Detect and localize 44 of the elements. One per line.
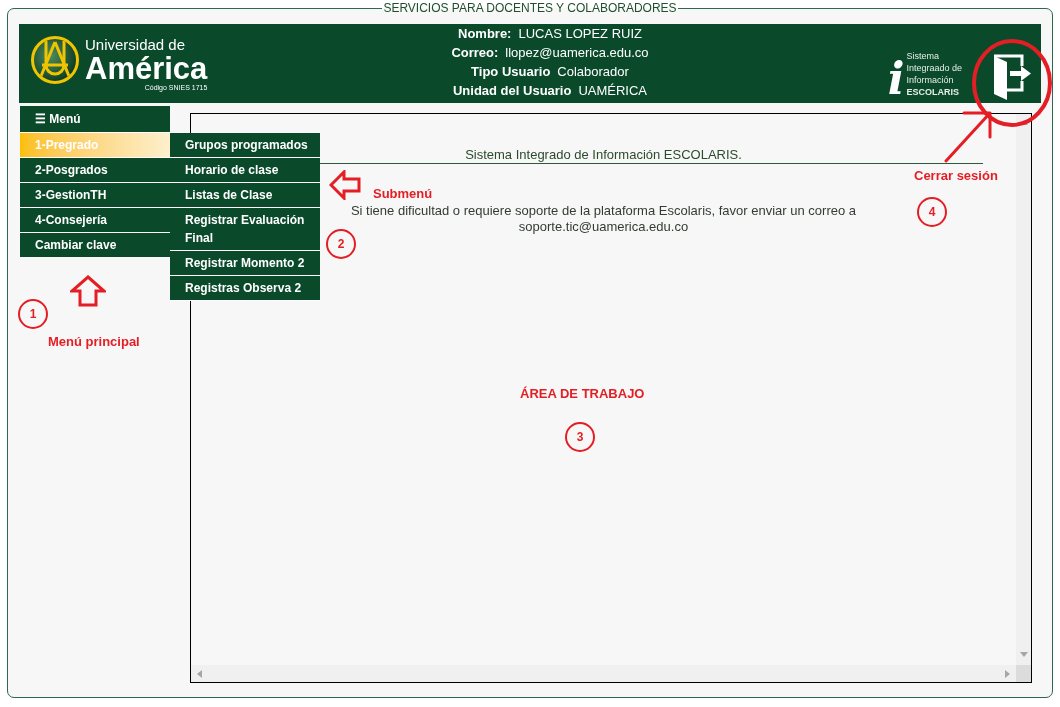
callout-label: ÁREA DE TRABAJO	[520, 386, 645, 402]
vertical-scrollbar[interactable]	[1016, 114, 1031, 665]
up-arrow-icon	[70, 275, 106, 307]
horizontal-scrollbar[interactable]	[191, 665, 1016, 682]
logo-text-upper: Universidad de	[85, 36, 186, 53]
field-value: llopez@uamerica.edu.co	[505, 44, 649, 62]
left-arrow-icon	[329, 170, 361, 200]
submenu-item[interactable]: Registras Observa 2	[170, 276, 320, 301]
caret-down-icon[interactable]	[1019, 652, 1028, 657]
page-title: SERVICIOS PARA DOCENTES Y COLABORADORES	[382, 1, 678, 15]
info-letter-mark: i	[887, 58, 905, 100]
field-label: Correo:	[451, 44, 499, 62]
field-label: Unidad del Usuario	[452, 82, 572, 100]
step-number: 3	[565, 422, 595, 452]
work-area-title: Sistema Integrado de Información ESCOLARIS.	[465, 147, 742, 163]
submenu-item[interactable]: Registrar Momento 2	[170, 251, 320, 276]
submenu-item[interactable]: Grupos programados	[170, 133, 320, 158]
field-label: Tipo Usuario	[471, 63, 551, 81]
callout-label: Menú principal	[48, 334, 140, 350]
menu-item[interactable]: 2-Posgrados	[20, 157, 170, 182]
menu-item[interactable]: 3-GestionTH	[20, 182, 170, 207]
submenu-item[interactable]: Registrar Evaluación Final	[170, 208, 320, 251]
callout-label: Cerrar sesión	[914, 168, 998, 184]
step-number: 1	[18, 299, 48, 329]
menu-item[interactable]: Cambiar clave	[20, 232, 170, 257]
menu-item[interactable]: 4-Consejería	[20, 207, 170, 232]
system-name: Sistema Integraado de Información ESCOLARIS	[906, 50, 962, 98]
field-value: UAMÉRICA	[578, 82, 648, 100]
field-value: LUCAS LOPEZ RUIZ	[518, 25, 642, 43]
submenu-item[interactable]: Horario de clase	[170, 158, 320, 183]
logo-text-main: América	[85, 53, 208, 84]
caret-left-icon[interactable]	[197, 669, 202, 678]
scrollbar-corner	[1016, 665, 1031, 682]
field-value: Colaborador	[557, 63, 629, 81]
step-number: 4	[917, 197, 947, 227]
emblem-icon	[30, 35, 80, 85]
door-arrow-icon[interactable]	[992, 54, 1032, 100]
caret-right-icon[interactable]	[1005, 669, 1010, 678]
submenu-item[interactable]: Listas de Clase	[170, 183, 320, 208]
pointer-arrow	[944, 109, 994, 163]
callout-label: Submenú	[373, 186, 433, 202]
field-label: Nombre:	[458, 25, 512, 43]
step-number: 2	[326, 229, 356, 259]
menu-button[interactable]: ☰ Menú	[20, 106, 170, 132]
